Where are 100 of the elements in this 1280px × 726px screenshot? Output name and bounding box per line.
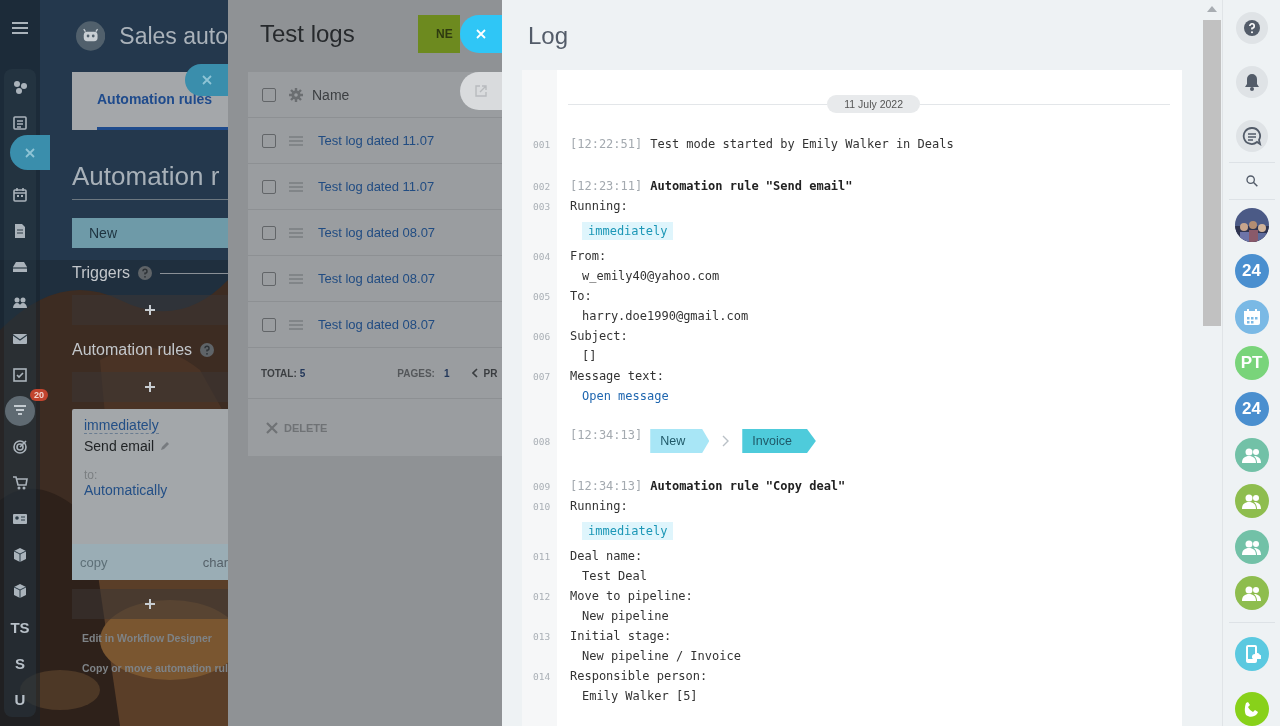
external-link-icon <box>474 84 488 98</box>
chevron-left-icon[interactable] <box>472 368 479 378</box>
scroll-thumb[interactable] <box>1203 20 1221 326</box>
document-icon <box>12 223 28 239</box>
field-label: Move to pipeline: <box>570 589 693 603</box>
rule-name: Send email <box>84 438 155 454</box>
contact-card-icon <box>12 511 28 527</box>
line-number: 007 <box>532 371 551 382</box>
change-link[interactable]: char <box>202 554 228 570</box>
row-menu-icon[interactable] <box>289 135 303 146</box>
settings-icon[interactable] <box>289 87 303 102</box>
log-link[interactable]: Test log dated 11.07 <box>318 179 435 194</box>
designer-link[interactable]: Copy or move automation rul <box>82 657 228 679</box>
bell-icon <box>1243 73 1260 91</box>
rule-title: Automation rule "Copy deal" <box>650 479 846 493</box>
scroll-up-icon[interactable] <box>1207 6 1217 12</box>
add-button[interactable] <box>72 589 228 619</box>
chat-button[interactable] <box>1235 120 1268 152</box>
line-number: 003 <box>532 201 551 212</box>
line-number: 010 <box>532 501 551 512</box>
help-icon <box>1243 20 1260 36</box>
row-menu-icon[interactable] <box>289 181 303 192</box>
call-button[interactable] <box>1234 692 1269 726</box>
field-value: New pipeline <box>581 609 669 623</box>
chat-avatar[interactable]: 24 <box>1234 254 1269 288</box>
date-label: 11 July 2022 <box>827 95 920 113</box>
panel-title: Test logs <box>260 20 355 48</box>
field-value: New pipeline / Invoice <box>581 649 741 663</box>
log-link[interactable]: Test log dated 08.07 <box>318 317 436 332</box>
help-button[interactable] <box>1235 12 1268 44</box>
checkbox[interactable] <box>262 133 276 148</box>
message-link[interactable]: Open message <box>570 389 669 403</box>
line-number: 004 <box>532 251 551 262</box>
chat-avatar[interactable]: PT <box>1234 346 1269 380</box>
total-count: 5 <box>299 367 306 379</box>
timestamp: [12:23:11] <box>570 179 643 193</box>
nav-item[interactable]: U <box>4 684 36 714</box>
previous-link[interactable]: PR <box>483 367 498 379</box>
menu-icon[interactable] <box>11 21 29 35</box>
panel-title: Log <box>528 21 569 51</box>
field-value: w_emily40@yahoo.com <box>581 269 720 283</box>
recipient-link[interactable]: Automatically <box>84 482 168 498</box>
calendar-icon <box>1242 308 1261 326</box>
notifications-button[interactable] <box>1235 66 1268 98</box>
line-number: 001 <box>532 139 551 150</box>
line-number: 008 <box>532 436 551 447</box>
field-label: Initial stage: <box>570 629 672 643</box>
page-number: 1 <box>443 367 450 379</box>
field-label: Running: <box>570 199 628 213</box>
chat-avatar[interactable] <box>1234 438 1269 472</box>
checkbox[interactable] <box>262 179 276 194</box>
field-label: Running: <box>570 499 628 513</box>
chat-avatar[interactable] <box>1234 300 1269 334</box>
checkbox[interactable] <box>262 317 276 332</box>
new-button[interactable]: NE <box>418 15 460 53</box>
cube-icon <box>12 583 28 599</box>
line-number: 011 <box>532 551 551 562</box>
delete-icon[interactable] <box>266 421 278 434</box>
checkbox[interactable] <box>262 225 276 240</box>
section-title: Triggers <box>72 264 131 282</box>
timing-tag: immediately <box>582 522 674 540</box>
log-link[interactable]: Test log dated 11.07 <box>318 133 435 148</box>
nav-item[interactable]: TS <box>4 612 36 642</box>
chat-avatar[interactable] <box>1234 576 1269 610</box>
field-label: Message text: <box>570 369 664 383</box>
row-menu-icon[interactable] <box>289 319 303 330</box>
field-label: Subject: <box>570 329 628 343</box>
open-in-new-button[interactable] <box>460 72 502 110</box>
mobile-app-button[interactable] <box>1234 637 1269 671</box>
checkbox[interactable] <box>262 271 276 286</box>
log-link[interactable]: Test log dated 08.07 <box>318 271 436 286</box>
help-icon <box>200 343 215 357</box>
row-menu-icon[interactable] <box>289 273 303 284</box>
section-title: Automation rules <box>72 341 193 359</box>
task-icon <box>12 367 28 383</box>
chat-avatar[interactable] <box>1234 530 1269 564</box>
chat-avatar[interactable] <box>1234 484 1269 518</box>
people-icon <box>1241 447 1262 463</box>
mail-icon <box>12 331 28 347</box>
log-link[interactable]: Test log dated 08.07 <box>318 225 436 240</box>
field-label: Deal name: <box>570 549 643 563</box>
checkbox[interactable] <box>262 87 276 102</box>
line-number: 005 <box>532 291 551 302</box>
chat-avatar[interactable]: 24 <box>1234 392 1269 426</box>
line-number: 013 <box>532 631 551 642</box>
row-menu-icon[interactable] <box>289 227 303 238</box>
timing-tag: immediately <box>582 222 674 240</box>
copy-link[interactable]: copy <box>80 554 108 570</box>
timestamp: [12:34:13] <box>570 479 643 493</box>
people-icon <box>1241 493 1262 509</box>
field-value: Test Deal <box>581 569 648 583</box>
close-button[interactable] <box>460 15 502 53</box>
pages-label: PAGES: <box>397 367 435 379</box>
timing-link[interactable]: immediately <box>84 417 159 434</box>
field-value: [] <box>581 349 597 363</box>
column-header[interactable]: Name <box>312 86 350 103</box>
nav-item[interactable]: S <box>4 648 36 678</box>
close-button[interactable] <box>10 135 50 170</box>
timestamp: [12:22:51] <box>570 137 643 151</box>
people-icon <box>12 295 28 311</box>
